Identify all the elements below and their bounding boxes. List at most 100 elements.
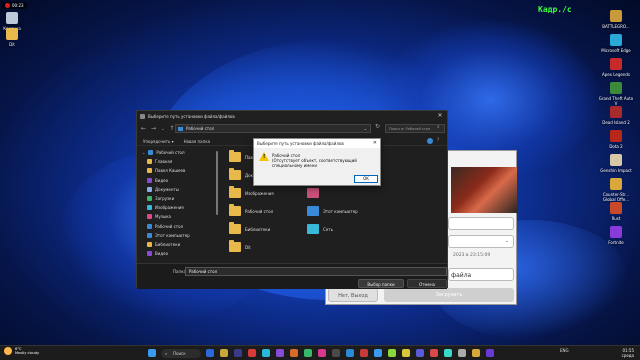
taskbar-app-icon[interactable] <box>276 349 284 357</box>
sidebar-item-icon <box>147 177 152 183</box>
cancel-button[interactable]: Отмена <box>407 279 447 288</box>
taskbar-app-icon[interactable] <box>332 349 340 357</box>
desktop-icon[interactable]: Dead Island 2 <box>598 106 634 125</box>
close-icon[interactable]: ✕ <box>435 112 445 120</box>
sidebar-item[interactable]: Рабочий стол <box>139 222 221 231</box>
taskbar-app-icon[interactable] <box>472 349 480 357</box>
exit-button[interactable]: Нет, Выход <box>328 288 378 302</box>
sidebar-item[interactable]: Документы <box>139 185 221 194</box>
up-arrow-icon[interactable]: ↑ <box>169 125 174 132</box>
taskbar-app-icon[interactable] <box>402 349 410 357</box>
genshin-icon <box>610 154 622 166</box>
taskbar-app-icon[interactable] <box>318 349 326 357</box>
desktop-icon[interactable]: Fortnite <box>598 226 634 245</box>
taskbar-app-icon[interactable] <box>388 349 396 357</box>
folder-icon <box>229 240 241 252</box>
taskbar-app-icon[interactable] <box>416 349 424 357</box>
desktop-icon[interactable]: Microsoft Edge <box>598 34 634 53</box>
system-tray[interactable]: ENG <box>560 348 569 353</box>
taskbar-app-icon[interactable] <box>262 349 270 357</box>
taskbar-app-icon[interactable] <box>234 349 242 357</box>
sidebar-item-label: Рабочий стол <box>156 150 185 156</box>
chevron-down-icon[interactable]: ⌄ <box>142 150 145 155</box>
dropdown-field[interactable]: ⌄ <box>448 235 514 248</box>
folder-item[interactable]: Сеть <box>307 224 333 234</box>
taskbar-app-icon[interactable] <box>444 349 452 357</box>
chevron-down-icon[interactable]: ⌄ <box>364 125 367 133</box>
desktop-icon-label: Genshin Impact <box>600 168 632 173</box>
sidebar-item-icon <box>147 205 152 211</box>
desktop-icon[interactable]: BATTLEGRO... <box>598 10 634 29</box>
taskbar-app-icon[interactable] <box>374 349 382 357</box>
taskbar-app-icon[interactable] <box>360 349 368 357</box>
folder-item[interactable]: Этот компьютер <box>307 206 358 216</box>
language-indicator[interactable]: ENG <box>560 348 569 353</box>
sidebar-item[interactable]: Этот компьютер <box>139 231 221 240</box>
new-folder-button[interactable]: Новая папка <box>184 139 211 144</box>
folder-icon <box>229 222 241 234</box>
folder-item[interactable] <box>307 188 323 198</box>
refresh-icon[interactable]: ↻ <box>375 123 380 130</box>
folder-item[interactable]: Изображения <box>229 186 274 198</box>
desktop-icon-label: Grand Theft Auto V <box>598 96 634 106</box>
choose-file-button[interactable]: файла <box>448 268 514 281</box>
dialog-footer: Папка: Рабочий стол Выбор папки Отмена <box>137 263 447 289</box>
folder-path-input[interactable]: Рабочий стол <box>185 267 447 276</box>
sidebar-item[interactable]: Загрузки <box>139 194 221 203</box>
select-folder-button[interactable]: Выбор папки <box>358 279 404 288</box>
upload-button[interactable]: Загрузить <box>384 288 514 302</box>
sidebar-item-icon <box>147 159 152 165</box>
taskbar-app-icon[interactable] <box>248 349 256 357</box>
folder-item[interactable]: Библиотеки <box>229 222 270 234</box>
sidebar-item[interactable]: Павел Кашеев <box>139 166 221 175</box>
taskbar-app-icon[interactable] <box>346 349 354 357</box>
desktop-icon[interactable]: Dota 2 <box>598 130 634 149</box>
dropdown-icon[interactable]: ⌄ <box>161 126 164 131</box>
desktop-icon-dit[interactable]: Dit <box>0 28 30 47</box>
sidebar-item[interactable]: Изображения <box>139 203 221 212</box>
sidebar-item[interactable]: Библиотеки <box>139 240 221 249</box>
taskbar-app-icon[interactable] <box>206 349 214 357</box>
desktop-icon[interactable]: Rust <box>598 202 634 221</box>
help-icon[interactable]: ? <box>437 137 439 142</box>
sidebar-item-icon <box>147 196 152 202</box>
desktop-icon[interactable]: Genshin Impact <box>598 154 634 173</box>
info-field[interactable] <box>448 217 514 230</box>
weather-widget[interactable]: 6°C Mostly cloudy <box>4 347 39 355</box>
clock[interactable]: 01:55 среда <box>600 348 634 358</box>
back-arrow-icon[interactable]: ← <box>141 125 146 132</box>
sidebar-item-icon <box>148 150 154 156</box>
taskbar-app-icon[interactable] <box>486 349 494 357</box>
ok-button[interactable]: OK <box>354 175 378 183</box>
folder-icon <box>229 168 241 180</box>
taskbar-app-icon[interactable] <box>458 349 466 357</box>
warning-icon: ! <box>259 152 269 161</box>
sidebar-item[interactable]: ⌄ Рабочий стол <box>139 148 221 157</box>
desktop-icon[interactable]: Apex Legends <box>598 58 634 77</box>
sidebar-item[interactable]: Видео <box>139 176 221 185</box>
start-button-icon[interactable] <box>148 349 156 357</box>
view-options-icon[interactable] <box>427 138 433 144</box>
app-icon <box>307 188 319 198</box>
sidebar-item-label: Павел Кашеев <box>155 168 186 174</box>
taskbar-app-icon[interactable] <box>304 349 312 357</box>
sidebar-item[interactable]: Видео <box>139 249 221 258</box>
sidebar-item-label: Загрузки <box>155 196 175 202</box>
sidebar-scrollbar[interactable] <box>216 151 218 215</box>
forward-arrow-icon[interactable]: → <box>151 125 156 132</box>
sidebar-item[interactable]: Музыка <box>139 212 221 221</box>
recording-indicator[interactable]: 00:23 <box>2 2 27 9</box>
taskbar-app-icon[interactable] <box>290 349 298 357</box>
sidebar-item[interactable]: Главная <box>139 157 221 166</box>
address-bar[interactable]: Рабочий стол ⌄ <box>175 124 371 133</box>
search-input[interactable]: Поиск в: Рабочий стол <box>385 124 445 133</box>
folder-item[interactable]: Dit <box>229 240 251 252</box>
taskbar-app-icon[interactable] <box>430 349 438 357</box>
close-icon[interactable]: ✕ <box>373 140 377 146</box>
taskbar-search[interactable]: ⌕ Поиск <box>161 349 201 358</box>
folder-item[interactable]: Рабочий стол <box>229 204 273 216</box>
desktop-icon[interactable]: Counter-Str... Global Offe... <box>598 178 634 202</box>
desktop-icon[interactable]: Grand Theft Auto V <box>598 82 634 106</box>
organize-menu[interactable]: Упорядочить ▾ <box>143 139 174 144</box>
taskbar-app-icon[interactable] <box>220 349 228 357</box>
